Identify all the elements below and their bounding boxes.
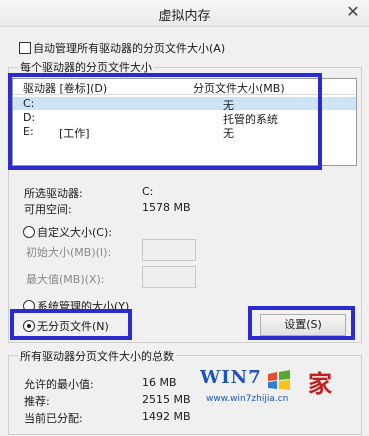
current-allocated-value: 1492 MB — [142, 410, 191, 423]
free-space-value: 1578 MB — [142, 201, 191, 214]
recommended-label: 推荐: — [24, 395, 50, 408]
auto-manage-label[interactable]: 自动管理所有驱动器的分页文件大小(A) — [33, 40, 225, 56]
title-bar: 虚拟内存 ✕ — [0, 0, 369, 27]
min-allowed-label: 允许的最小值: — [24, 378, 94, 391]
free-space-label: 可用空间: — [24, 203, 72, 216]
selected-drive-label: 所选驱动器: — [24, 187, 83, 200]
watermark-brand-char: 家 — [308, 370, 332, 398]
max-size-input[interactable] — [142, 266, 196, 288]
selected-drive-value: C: — [142, 185, 154, 198]
watermark-url: www.win7zhijia.cn — [206, 394, 289, 404]
recommended-value: 2515 MB — [142, 393, 191, 406]
initial-size-label: 初始大小(MB)(I): — [26, 246, 112, 259]
windows-flag-icon — [268, 370, 290, 390]
totals-legend: 所有驱动器分页文件大小的总数 — [18, 348, 176, 364]
watermark-logo-text: WIN7 — [200, 367, 262, 388]
custom-size-radio[interactable] — [23, 226, 35, 238]
current-allocated-label: 当前已分配: — [24, 412, 83, 425]
window-title: 虚拟内存 — [158, 9, 211, 24]
close-icon[interactable]: ✕ — [343, 2, 363, 22]
highlight-box-set-button — [248, 306, 355, 340]
initial-size-input[interactable] — [142, 239, 196, 261]
highlight-box-drive-list — [8, 73, 322, 170]
auto-manage-checkbox[interactable] — [19, 42, 31, 54]
min-allowed-value: 16 MB — [142, 376, 177, 389]
custom-size-label[interactable]: 自定义大小(C): — [37, 224, 112, 240]
max-size-label: 最大值(MB)(X): — [26, 273, 105, 286]
highlight-box-no-paging — [10, 309, 132, 340]
